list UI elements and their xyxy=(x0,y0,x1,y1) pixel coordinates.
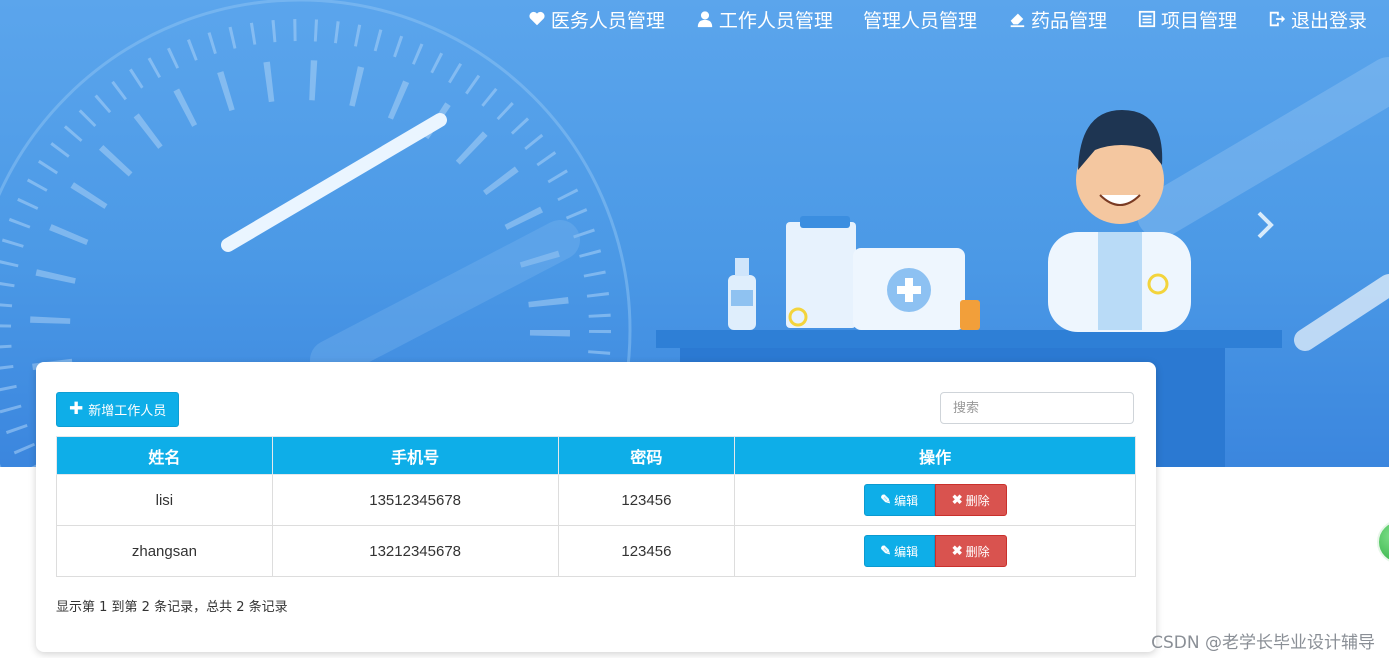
row-actions: ✎ 编辑 ✖ 删除 xyxy=(863,484,1007,516)
delete-label: 删除 xyxy=(965,544,990,559)
eraser-icon xyxy=(1007,9,1027,29)
plus-icon: ✚ xyxy=(69,399,84,419)
edit-icon: ✎ xyxy=(880,492,892,507)
column-header-password[interactable]: 密码 xyxy=(557,436,736,475)
add-worker-button[interactable]: ✚ 新增工作人员 xyxy=(56,392,180,427)
column-header-phone[interactable]: 手机号 xyxy=(271,436,559,475)
carousel-next-icon[interactable] xyxy=(1249,205,1279,245)
cell-name: lisi xyxy=(56,474,273,526)
edit-button[interactable]: ✎ 编辑 xyxy=(863,535,935,567)
nav-item-drugs[interactable]: 药品管理 xyxy=(1007,4,1107,34)
cell-name: zhangsan xyxy=(56,525,273,577)
nav-item-label: 药品管理 xyxy=(1030,9,1107,32)
nav-item-managers[interactable]: 管理人员管理 xyxy=(863,4,977,34)
pagination-info: 显示第 1 到第 2 条记录，总共 2 条记录 xyxy=(56,600,288,615)
edit-label: 编辑 xyxy=(894,544,919,559)
search-input[interactable] xyxy=(940,392,1134,424)
nav-item-label: 工作人员管理 xyxy=(718,9,833,32)
cell-phone: 13512345678 xyxy=(271,474,559,526)
list-icon xyxy=(1137,9,1157,29)
nav-item-workers[interactable]: 工作人员管理 xyxy=(695,4,833,34)
table-header-row: 姓名 手机号 密码 操作 xyxy=(56,436,1136,475)
worker-table: 姓名 手机号 密码 操作 lisi 13512345678 123456 ✎ 编… xyxy=(56,436,1136,577)
cell-actions: ✎ 编辑 ✖ 删除 xyxy=(734,474,1136,526)
cell-phone: 13212345678 xyxy=(271,525,559,577)
cell-password: 123456 xyxy=(557,525,736,577)
user-icon xyxy=(695,9,715,29)
row-actions: ✎ 编辑 ✖ 删除 xyxy=(863,535,1007,567)
nav-item-label: 医务人员管理 xyxy=(550,9,665,32)
delete-label: 删除 xyxy=(965,493,990,508)
table-row: zhangsan 13212345678 123456 ✎ 编辑 ✖ 删除 xyxy=(56,525,1136,577)
edit-label: 编辑 xyxy=(894,493,919,508)
top-nav: 医务人员管理 工作人员管理 管理人员管理 药品管理 项目管理 退出登录 xyxy=(497,4,1367,34)
edit-icon: ✎ xyxy=(880,543,892,558)
floating-widget-icon[interactable] xyxy=(1377,520,1389,564)
worker-panel: ✚ 新增工作人员 姓名 手机号 密码 操作 lisi 13512345678 1… xyxy=(36,362,1156,652)
column-header-name[interactable]: 姓名 xyxy=(56,436,273,475)
edit-button[interactable]: ✎ 编辑 xyxy=(863,484,935,516)
watermark: CSDN @老学长毕业设计辅导 xyxy=(1151,633,1375,653)
logout-icon xyxy=(1267,9,1287,29)
nav-item-label: 管理人员管理 xyxy=(862,9,977,32)
nav-item-label: 退出登录 xyxy=(1290,9,1367,32)
nav-item-medical-staff[interactable]: 医务人员管理 xyxy=(527,4,665,34)
nav-item-label: 项目管理 xyxy=(1160,9,1237,32)
nav-item-projects[interactable]: 项目管理 xyxy=(1137,4,1237,34)
column-header-actions: 操作 xyxy=(734,436,1136,475)
close-icon: ✖ xyxy=(951,492,963,507)
close-icon: ✖ xyxy=(951,543,963,558)
nav-item-logout[interactable]: 退出登录 xyxy=(1267,4,1367,34)
cell-password: 123456 xyxy=(557,474,736,526)
delete-button[interactable]: ✖ 删除 xyxy=(934,535,1007,567)
table-row: lisi 13512345678 123456 ✎ 编辑 ✖ 删除 xyxy=(56,474,1136,526)
add-worker-label: 新增工作人员 xyxy=(88,404,167,419)
cell-actions: ✎ 编辑 ✖ 删除 xyxy=(734,525,1136,577)
heart-icon xyxy=(527,9,547,29)
delete-button[interactable]: ✖ 删除 xyxy=(934,484,1007,516)
